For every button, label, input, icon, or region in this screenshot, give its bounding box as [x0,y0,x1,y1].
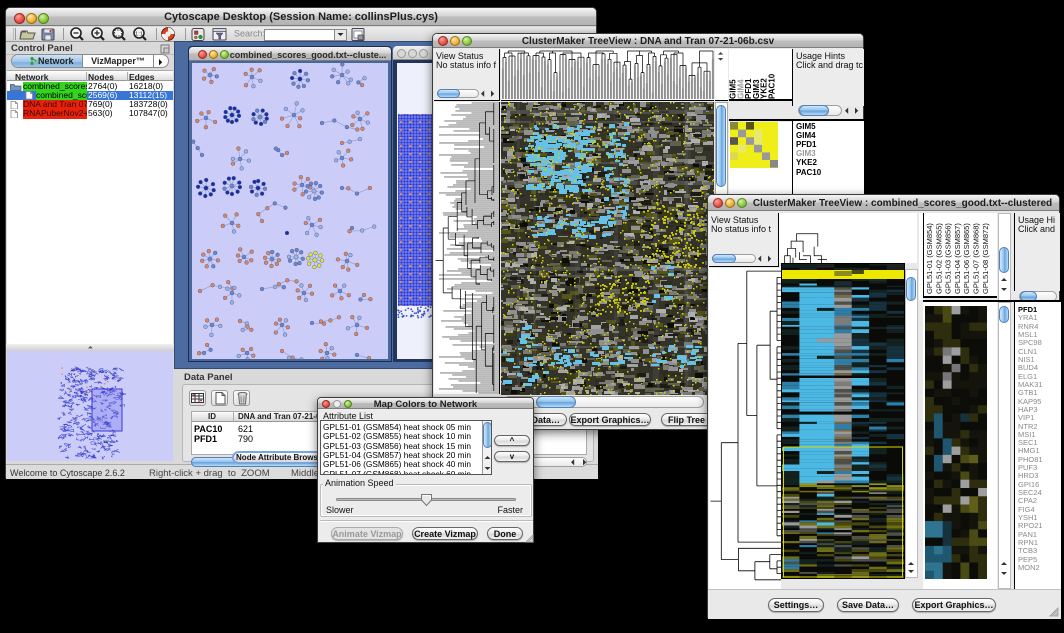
svg-text:PAC10: PAC10 [768,73,777,99]
svg-text:Search:: Search: [234,29,265,39]
svg-text:1:1: 1:1 [135,31,143,37]
